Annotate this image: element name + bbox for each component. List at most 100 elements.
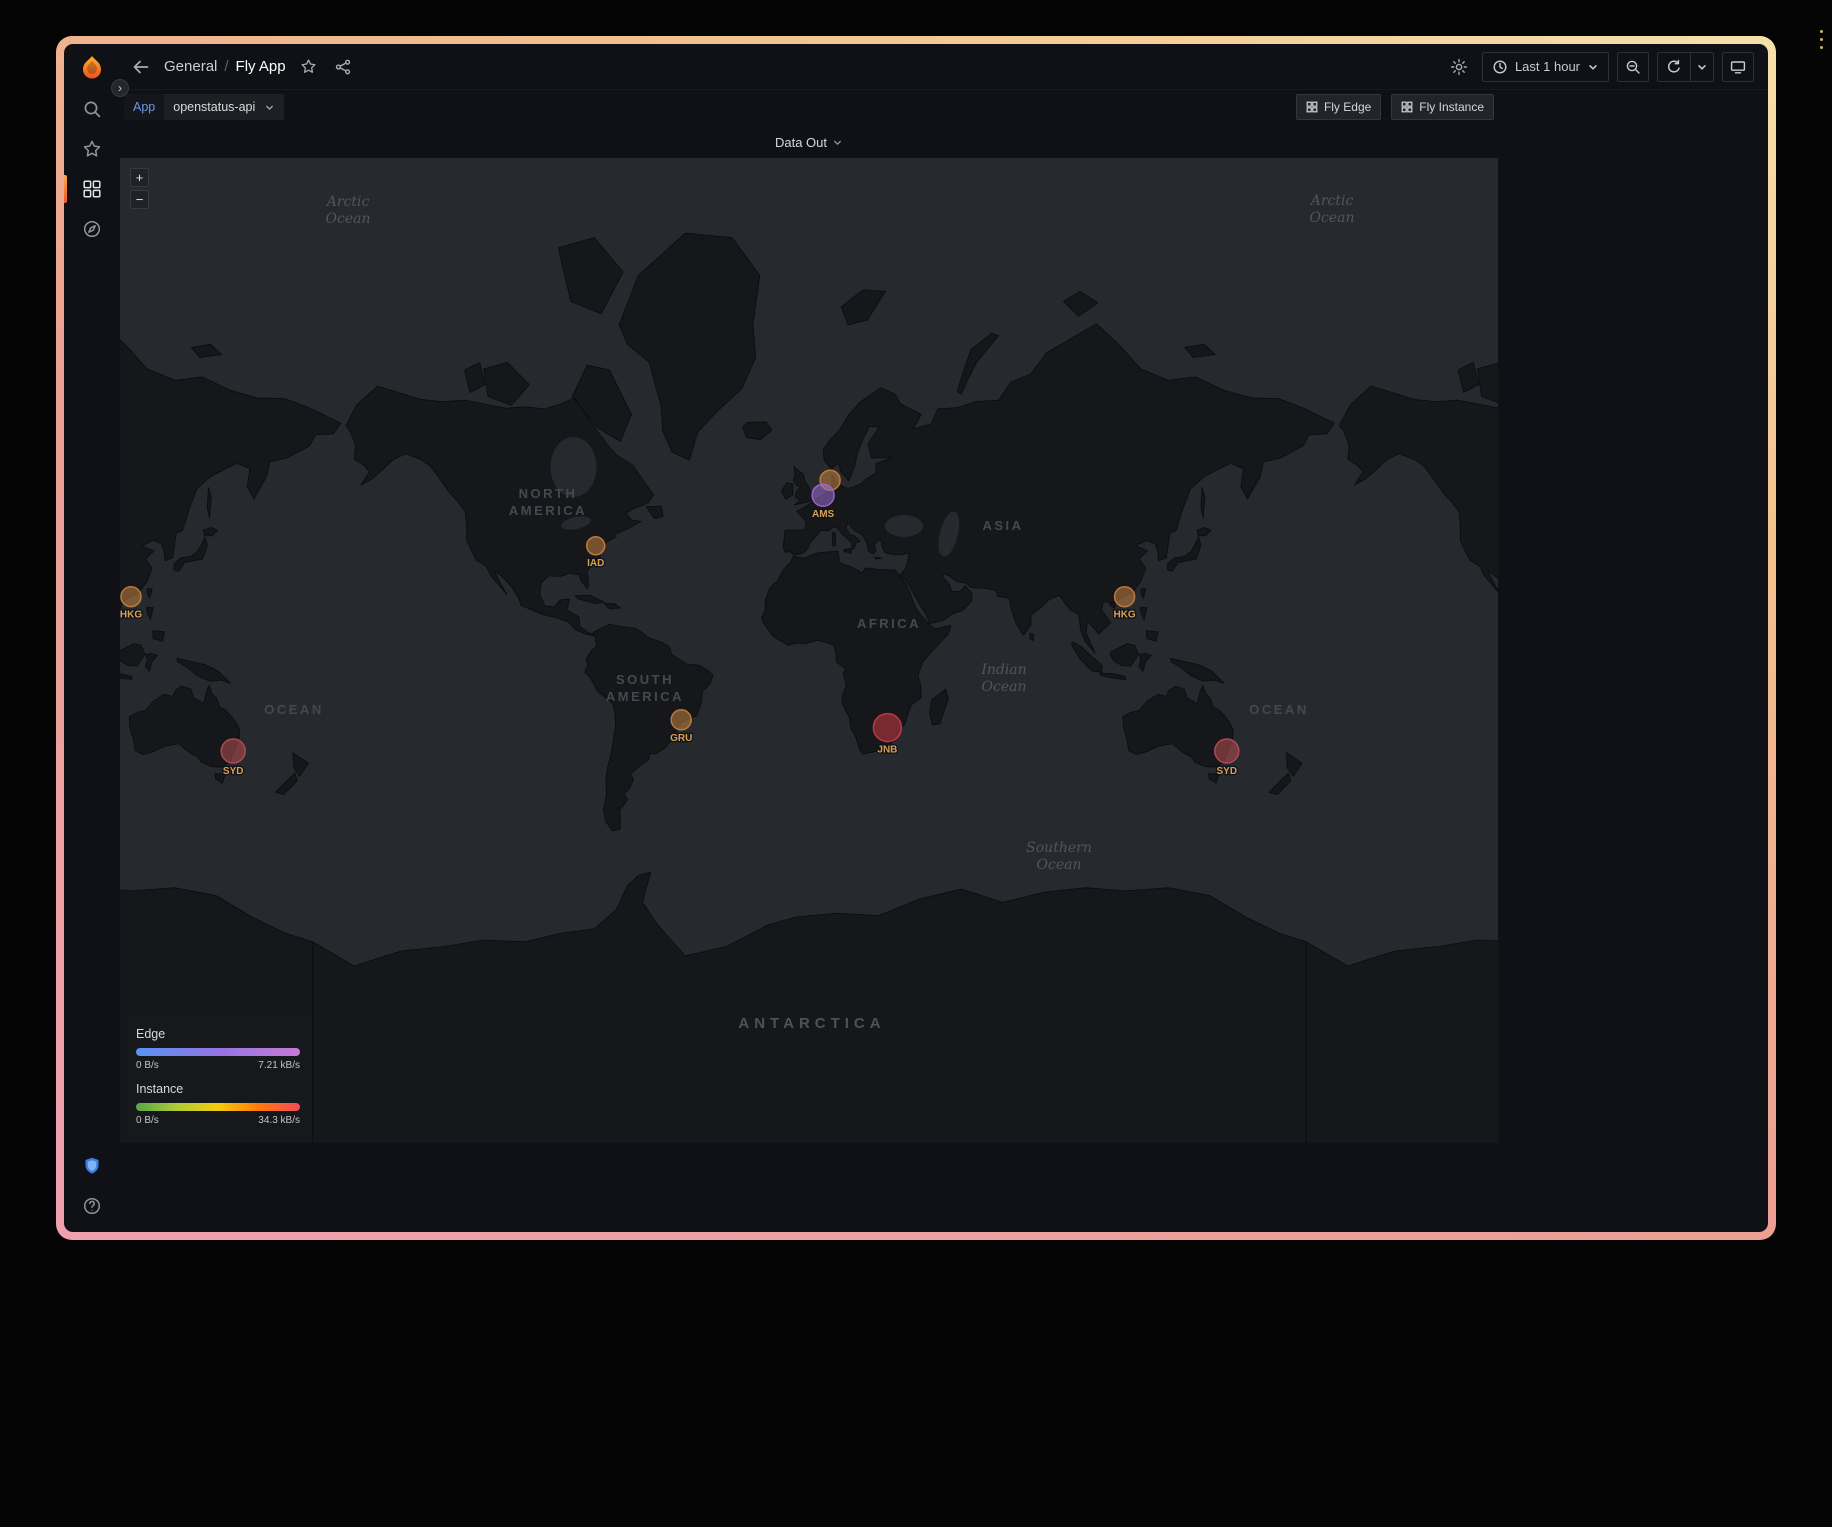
grafana-app: › General / Fly App (64, 44, 1768, 1232)
dashboard-header: General / Fly App Last 1 hour (120, 44, 1768, 90)
sidebar-item-explore[interactable] (64, 209, 120, 249)
dashboard-submenu: App openstatus-api Fly Edge Fly Instance (120, 90, 1498, 126)
map-geo-label: ArcticOcean (325, 194, 371, 227)
screen-edge-dots (1820, 30, 1823, 49)
star-icon (82, 139, 102, 159)
map-marker-HKG[interactable] (1115, 587, 1135, 607)
sidebar-expand-button[interactable]: › (111, 79, 129, 97)
map-marker-SYD[interactable] (221, 739, 245, 763)
sidebar-item-dashboards[interactable] (64, 169, 120, 209)
chevron-down-icon (832, 137, 843, 148)
sidebar-item-server-admin[interactable] (64, 1146, 120, 1186)
refresh-icon (1666, 59, 1682, 75)
geomap-canvas[interactable]: ArcticOceanArcticOceanNORTHAMERICAASIAAF… (120, 158, 1498, 1143)
map-geo-label: OCEAN (264, 702, 323, 717)
grafana-flame-icon (78, 54, 106, 82)
share-alt-icon (335, 59, 351, 75)
map-marker-label: AMS (812, 509, 835, 520)
map-geo-label: ArcticOcean (1309, 193, 1355, 226)
map-geo-label: ASIA (982, 518, 1023, 533)
chevron-right-icon: › (118, 82, 122, 94)
link-label: Fly Instance (1419, 100, 1484, 114)
refresh-button-group (1657, 52, 1714, 82)
map-geo-label: AFRICA (857, 616, 921, 631)
map-marker-IAD[interactable] (587, 537, 605, 555)
legend-min: 0 B/s (136, 1115, 159, 1126)
map-geo-label: OCEAN (1249, 702, 1308, 717)
link-label: Fly Edge (1324, 100, 1371, 114)
map-marker-label: SYD (1217, 766, 1238, 777)
nav-sidebar (64, 44, 120, 1232)
panel-title: Data Out (775, 135, 827, 150)
map-legend: Edge 0 B/s 7.21 kB/s Instance (124, 1017, 312, 1135)
legend-max: 34.3 kB/s (258, 1115, 300, 1126)
sidebar-item-help[interactable] (64, 1186, 120, 1226)
monitor-icon (1730, 59, 1746, 75)
geomap-panel: Data Out ArcticOceanArcticOceanNORTHAMER… (120, 126, 1498, 1143)
shield-icon (82, 1156, 102, 1176)
zoom-out-time-button[interactable] (1617, 52, 1649, 82)
variable-value-dropdown[interactable]: openstatus-api (164, 94, 284, 120)
map-zoom-controls: + − (130, 168, 149, 209)
dashboard-settings-button[interactable] (1444, 52, 1474, 82)
compass-icon (82, 219, 102, 239)
dashboard-grid: Data Out ArcticOceanArcticOceanNORTHAMER… (120, 126, 1768, 1232)
header-actions: Last 1 hour (1444, 52, 1754, 82)
refresh-interval-caret[interactable] (1690, 53, 1713, 81)
zoom-out-button[interactable]: − (130, 190, 149, 209)
sidebar-item-starred[interactable] (64, 129, 120, 169)
magnifier-minus-icon (1625, 59, 1641, 75)
map-marker-SYD[interactable] (1215, 739, 1239, 763)
star-outline-icon (300, 58, 317, 75)
clock-icon (1492, 59, 1508, 75)
search-icon (82, 99, 102, 119)
breadcrumb: General / Fly App (164, 58, 286, 75)
favorite-button[interactable] (294, 52, 324, 82)
link-fly-instance[interactable]: Fly Instance (1391, 94, 1494, 120)
grafana-window: › General / Fly App (56, 36, 1776, 1240)
zoom-in-button[interactable]: + (130, 168, 149, 187)
panel-menu-caret[interactable] (832, 137, 843, 148)
map-marker-GRU[interactable] (671, 710, 691, 730)
map-marker-JNB[interactable] (873, 714, 901, 742)
legend-title: Edge (136, 1027, 300, 1041)
world-map[interactable]: ArcticOceanArcticOceanNORTHAMERICAASIAAF… (120, 158, 1498, 1143)
gear-icon (1450, 58, 1468, 76)
map-marker-label: SYD (223, 766, 244, 777)
map-marker-label: HKG (1113, 610, 1135, 621)
map-marker-label: JNB (877, 745, 897, 756)
map-marker-AMS[interactable] (812, 484, 834, 506)
sidebar-item-search[interactable] (64, 89, 120, 129)
legend-section-edge: Edge 0 B/s 7.21 kB/s (136, 1027, 300, 1071)
legend-min: 0 B/s (136, 1060, 159, 1071)
legend-section-instance: Instance 0 B/s 34.3 kB/s (136, 1082, 300, 1126)
time-range-label: Last 1 hour (1515, 59, 1580, 74)
dashboards-grid-icon (82, 179, 102, 199)
variable-value: openstatus-api (173, 100, 255, 114)
legend-gradient-bar (136, 1048, 300, 1056)
variable-label: App (124, 94, 164, 120)
back-button[interactable] (126, 52, 156, 82)
dashboard-links: Fly Edge Fly Instance (1296, 94, 1494, 120)
legend-max: 7.21 kB/s (258, 1060, 300, 1071)
legend-title: Instance (136, 1082, 300, 1096)
grid-icon (1401, 101, 1413, 113)
link-fly-edge[interactable]: Fly Edge (1296, 94, 1381, 120)
panel-header: Data Out (120, 126, 1498, 158)
legend-gradient-bar (136, 1103, 300, 1111)
breadcrumb-folder[interactable]: General (164, 58, 217, 75)
map-geo-label: ANTARCTICA (738, 1015, 885, 1032)
time-range-picker[interactable]: Last 1 hour (1482, 52, 1609, 82)
chevron-down-icon (264, 102, 275, 113)
template-variable-app: App openstatus-api (124, 94, 284, 120)
tv-mode-button[interactable] (1722, 52, 1754, 82)
breadcrumb-separator: / (224, 58, 228, 75)
main-content: General / Fly App Last 1 hour (120, 44, 1768, 1232)
grafana-logo[interactable] (77, 53, 107, 83)
arrow-left-icon (131, 57, 151, 77)
refresh-button[interactable] (1658, 53, 1690, 81)
question-circle-icon (82, 1196, 102, 1216)
breadcrumb-dashboard: Fly App (236, 58, 286, 75)
share-button[interactable] (328, 52, 358, 82)
map-marker-HKG[interactable] (121, 587, 141, 607)
